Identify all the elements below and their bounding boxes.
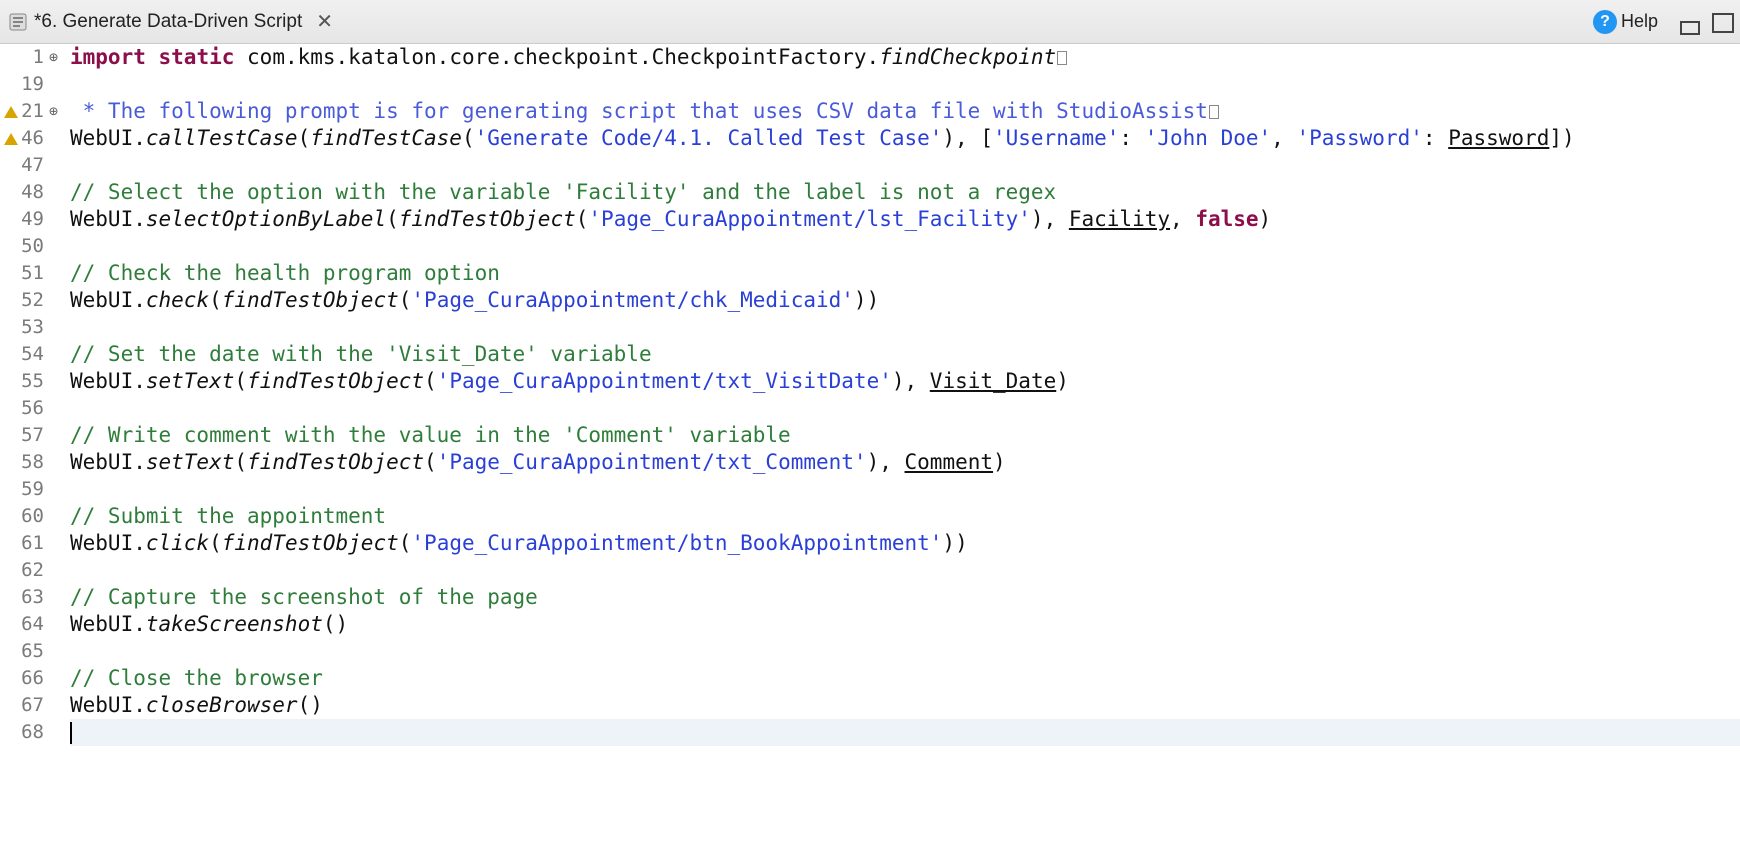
line-number-gutter[interactable]: 1⊕1921⊕464748495051525354555657585960616…: [0, 44, 62, 846]
line-number[interactable]: 66: [0, 665, 60, 692]
code-line[interactable]: // Select the option with the variable '…: [70, 179, 1740, 206]
warning-icon[interactable]: [4, 133, 18, 145]
file-icon: [8, 12, 28, 32]
code-line[interactable]: // Submit the appointment: [70, 503, 1740, 530]
help-icon: ?: [1593, 10, 1617, 34]
code-line[interactable]: // Capture the screenshot of the page: [70, 584, 1740, 611]
line-number[interactable]: 61: [0, 530, 60, 557]
code-line[interactable]: [70, 314, 1740, 341]
code-area[interactable]: import static com.kms.katalon.core.check…: [62, 44, 1740, 846]
text-cursor: [70, 722, 72, 744]
line-number[interactable]: 60: [0, 503, 60, 530]
code-line[interactable]: [70, 476, 1740, 503]
fold-toggle-icon[interactable]: ⊕: [46, 98, 58, 125]
code-line[interactable]: WebUI.setText(findTestObject('Page_CuraA…: [70, 449, 1740, 476]
line-number[interactable]: 63: [0, 584, 60, 611]
minimize-button[interactable]: [1680, 17, 1700, 35]
code-line[interactable]: [70, 395, 1740, 422]
line-number[interactable]: 49: [0, 206, 60, 233]
code-line[interactable]: [70, 152, 1740, 179]
line-number[interactable]: 64: [0, 611, 60, 638]
code-line[interactable]: import static com.kms.katalon.core.check…: [70, 44, 1740, 71]
code-line[interactable]: // Check the health program option: [70, 260, 1740, 287]
code-line[interactable]: WebUI.check(findTestObject('Page_CuraApp…: [70, 287, 1740, 314]
code-line[interactable]: [70, 233, 1740, 260]
code-line[interactable]: [70, 557, 1740, 584]
line-number[interactable]: 19: [0, 71, 60, 98]
collapsed-region-icon[interactable]: [1209, 105, 1219, 119]
fold-toggle-icon[interactable]: ⊕: [46, 44, 58, 71]
code-line[interactable]: WebUI.click(findTestObject('Page_CuraApp…: [70, 530, 1740, 557]
code-line[interactable]: [70, 71, 1740, 98]
line-number[interactable]: 55: [0, 368, 60, 395]
line-number[interactable]: 53: [0, 314, 60, 341]
line-number[interactable]: 67: [0, 692, 60, 719]
line-number[interactable]: 59: [0, 476, 60, 503]
line-number[interactable]: 21⊕: [0, 98, 60, 125]
tab-close-button[interactable]: ✕: [312, 9, 337, 34]
line-number[interactable]: 65: [0, 638, 60, 665]
code-line[interactable]: WebUI.selectOptionByLabel(findTestObject…: [70, 206, 1740, 233]
line-number[interactable]: 54: [0, 341, 60, 368]
code-line[interactable]: WebUI.callTestCase(findTestCase('Generat…: [70, 125, 1740, 152]
code-line[interactable]: [70, 719, 1740, 746]
code-line[interactable]: // Set the date with the 'Visit_Date' va…: [70, 341, 1740, 368]
line-number[interactable]: 57: [0, 422, 60, 449]
line-number[interactable]: 56: [0, 395, 60, 422]
line-number[interactable]: 46: [0, 125, 60, 152]
collapsed-region-icon[interactable]: [1057, 51, 1067, 65]
line-number[interactable]: 68: [0, 719, 60, 746]
code-line[interactable]: // Write comment with the value in the '…: [70, 422, 1740, 449]
line-number[interactable]: 50: [0, 233, 60, 260]
help-label: Help: [1621, 11, 1658, 32]
line-number[interactable]: 52: [0, 287, 60, 314]
line-number[interactable]: 1⊕: [0, 44, 60, 71]
line-number[interactable]: 62: [0, 557, 60, 584]
maximize-button[interactable]: [1710, 13, 1732, 31]
code-line[interactable]: [70, 638, 1740, 665]
line-number[interactable]: 58: [0, 449, 60, 476]
code-line[interactable]: WebUI.takeScreenshot(): [70, 611, 1740, 638]
editor-tab-bar: *6. Generate Data-Driven Script ✕ ? Help: [0, 0, 1740, 44]
help-button[interactable]: ? Help: [1593, 10, 1658, 34]
code-line[interactable]: WebUI.setText(findTestObject('Page_CuraA…: [70, 368, 1740, 395]
line-number[interactable]: 47: [0, 152, 60, 179]
warning-icon[interactable]: [4, 106, 18, 118]
code-editor[interactable]: 1⊕1921⊕464748495051525354555657585960616…: [0, 44, 1740, 846]
code-line[interactable]: // Close the browser: [70, 665, 1740, 692]
code-line[interactable]: * The following prompt is for generating…: [70, 98, 1740, 125]
line-number[interactable]: 51: [0, 260, 60, 287]
code-line[interactable]: WebUI.closeBrowser(): [70, 692, 1740, 719]
line-number[interactable]: 48: [0, 179, 60, 206]
tab-title[interactable]: *6. Generate Data-Driven Script: [34, 11, 302, 33]
